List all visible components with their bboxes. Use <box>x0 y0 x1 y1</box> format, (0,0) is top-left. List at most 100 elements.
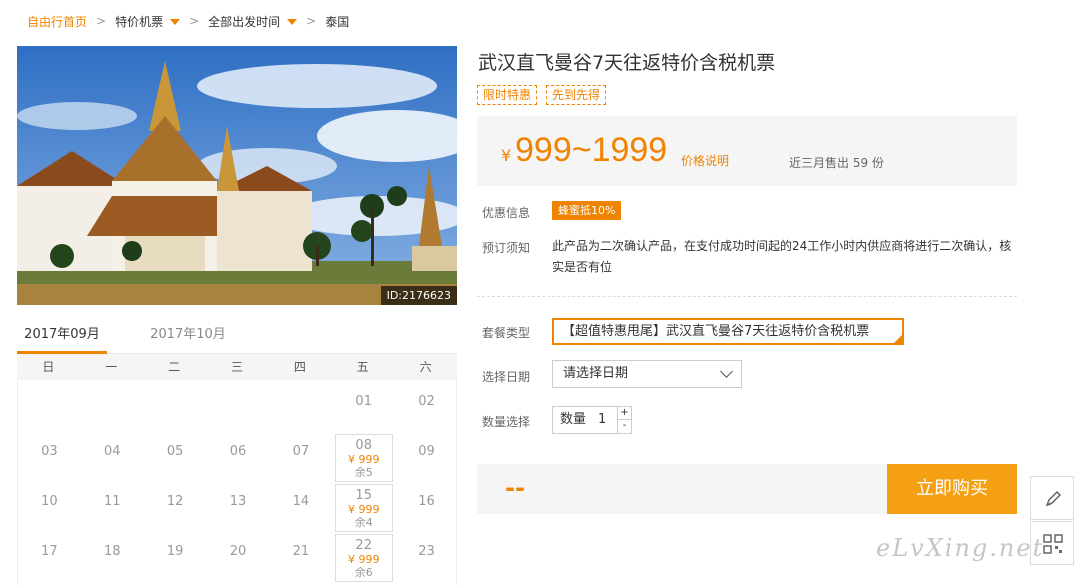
sold-count: 近三月售出 59 份 <box>789 156 884 170</box>
date-select-value: 请选择日期 <box>563 366 629 381</box>
calendar-day-20: 20 <box>209 534 267 582</box>
calendar-day-18: 18 <box>83 534 141 582</box>
photo-id-label: ID:2176623 <box>380 286 457 305</box>
calendar-day-14: 14 <box>272 484 330 532</box>
calendar-day-number: 15 <box>355 488 372 503</box>
price-box: ¥ 999~1999 价格说明 近三月售出 59 份 <box>477 116 1017 186</box>
calendar-day-01: 01 <box>335 384 393 432</box>
qrcode-icon <box>1043 534 1063 554</box>
calendar-day-number: 16 <box>418 494 435 509</box>
calendar-day-number: 14 <box>292 494 310 509</box>
date-label: 选择日期 <box>482 370 531 384</box>
calendar-weekday-header: 日 一 二 三 四 五 六 <box>17 354 457 380</box>
chevron-right-icon: > <box>189 14 200 28</box>
pencil-icon <box>1045 490 1062 507</box>
calendar-day-22[interactable]: 22 ¥ 999 余6 <box>334 534 393 582</box>
caret-down-icon <box>287 18 298 25</box>
promo-label: 优惠信息 <box>482 206 531 220</box>
calendar-day-04: 04 <box>83 434 141 482</box>
calendar-day-21: 21 <box>272 534 330 582</box>
quantity-increase-button[interactable]: + <box>618 407 631 420</box>
breadcrumb-current: 泰国 <box>325 14 350 29</box>
breadcrumb-departure-label: 全部出发时间 <box>208 14 281 29</box>
calendar-day-number: 01 <box>355 394 372 409</box>
breadcrumb-home-link[interactable]: 自由行首页 <box>27 13 87 30</box>
feedback-button[interactable] <box>1030 476 1074 520</box>
calendar-day-11: 11 <box>83 484 141 532</box>
breadcrumb: 自由行首页 > 特价机票 > 全部出发时间 > 泰国 <box>27 12 349 30</box>
weekday-sat: 六 <box>419 360 432 374</box>
quantity-input[interactable]: 1 <box>598 407 606 433</box>
calendar-day-number: 10 <box>41 494 58 509</box>
booking-notice: 此产品为二次确认产品，在支付成功时间起的24工作小时内供应商将进行二次确认，核实… <box>552 239 1012 274</box>
tab-month-oct[interactable]: 2017年10月 <box>143 320 233 354</box>
weekday-tue: 二 <box>168 360 181 374</box>
date-select[interactable]: 请选择日期 <box>552 360 742 388</box>
calendar-day-08[interactable]: 08 ¥ 999 余5 <box>334 434 393 482</box>
weekday-fri: 五 <box>356 360 369 374</box>
buy-now-button[interactable]: 立即购买 <box>887 464 1017 514</box>
calendar-month-tabs: 2017年09月 2017年10月 <box>17 320 457 354</box>
calendar-grid: 01 02 03 04 05 06 07 08 ¥ 999 余5 09 10 11 12 13 14 15 ¥ 9… <box>17 380 457 585</box>
weekday-thu: 四 <box>293 360 306 374</box>
package-option-label: 【超值特惠甩尾】武汉直飞曼谷7天往返特价含税机票 <box>562 324 870 339</box>
calendar-day-10: 10 <box>20 484 78 532</box>
package-label: 套餐类型 <box>482 326 531 340</box>
calendar-day-07: 07 <box>272 434 330 482</box>
price-currency: ¥ <box>501 146 512 165</box>
calendar-day-price: ¥ 999 <box>347 553 380 566</box>
calendar-day-13: 13 <box>209 484 267 532</box>
calendar-day-number: 05 <box>166 444 184 459</box>
calendar-day-number: 07 <box>292 444 310 459</box>
notice-label: 预订须知 <box>482 241 531 255</box>
breadcrumb-flights-label: 特价机票 <box>115 14 164 29</box>
caret-down-icon <box>170 18 181 25</box>
package-option[interactable]: 【超值特惠甩尾】武汉直飞曼谷7天往返特价含税机票 <box>552 318 904 345</box>
product-title: 武汉直飞曼谷7天往返特价含税机票 <box>478 52 776 74</box>
calendar-day-number: 20 <box>229 544 247 559</box>
promo-badge: 蜂蜜抵10% <box>552 201 622 220</box>
calendar-day-number: 18 <box>104 544 121 559</box>
calendar-day-number: 03 <box>41 444 58 459</box>
tab-month-sep[interactable]: 2017年09月 <box>17 320 107 354</box>
calendar-day-number: 08 <box>355 438 372 453</box>
weekday-sun: 日 <box>42 360 55 374</box>
calendar-day-number: 23 <box>418 544 435 559</box>
calendar-day-02: 02 <box>398 384 456 432</box>
calendar-day-05: 05 <box>146 434 204 482</box>
calendar-day-number: 17 <box>41 544 58 559</box>
calendar-day-stock: 余5 <box>354 466 373 479</box>
calendar-day-number: 13 <box>229 494 247 509</box>
breadcrumb-departure-dropdown[interactable]: 全部出发时间 <box>208 13 298 30</box>
calendar-day-number: 06 <box>229 444 247 459</box>
calendar-day-price: ¥ 999 <box>347 503 380 516</box>
calendar-day-number: 22 <box>355 538 372 553</box>
calendar-day-06: 06 <box>209 434 267 482</box>
calendar-day-15[interactable]: 15 ¥ 999 余4 <box>334 484 393 532</box>
price-calendar: 2017年09月 2017年10月 日 一 二 三 四 五 六 01 02 03 04… <box>17 320 457 585</box>
calendar-day-12: 12 <box>146 484 204 532</box>
quantity-decrease-button[interactable]: - <box>618 420 631 433</box>
weekday-mon: 一 <box>105 360 118 374</box>
buy-bar: -- 立即购买 <box>477 464 1017 514</box>
calendar-day-number: 11 <box>104 494 121 509</box>
total-price: -- <box>505 474 525 502</box>
calendar-day-03: 03 <box>20 434 78 482</box>
calendar-day-number: 04 <box>104 444 121 459</box>
calendar-day-number: 12 <box>166 494 184 509</box>
price-range: 999~1999 <box>515 131 668 169</box>
calendar-day-17: 17 <box>20 534 78 582</box>
calendar-day-price: ¥ 999 <box>347 453 380 466</box>
temple-photo-image <box>17 46 457 305</box>
price-explanation-link[interactable]: 价格说明 <box>681 152 729 169</box>
calendar-day-number: 02 <box>418 394 435 409</box>
calendar-day-09: 09 <box>398 434 456 482</box>
selected-corner-icon <box>894 335 902 343</box>
tag-limited-offer: 限时特惠 <box>477 85 538 105</box>
calendar-day-stock: 余4 <box>354 516 373 529</box>
tag-first-come: 先到先得 <box>546 85 607 105</box>
watermark-logo: eLvXing.net <box>876 534 1045 562</box>
quantity-buttons: + - <box>617 407 631 433</box>
weekday-wed: 三 <box>231 360 244 374</box>
breadcrumb-flights-dropdown[interactable]: 特价机票 <box>115 13 181 30</box>
